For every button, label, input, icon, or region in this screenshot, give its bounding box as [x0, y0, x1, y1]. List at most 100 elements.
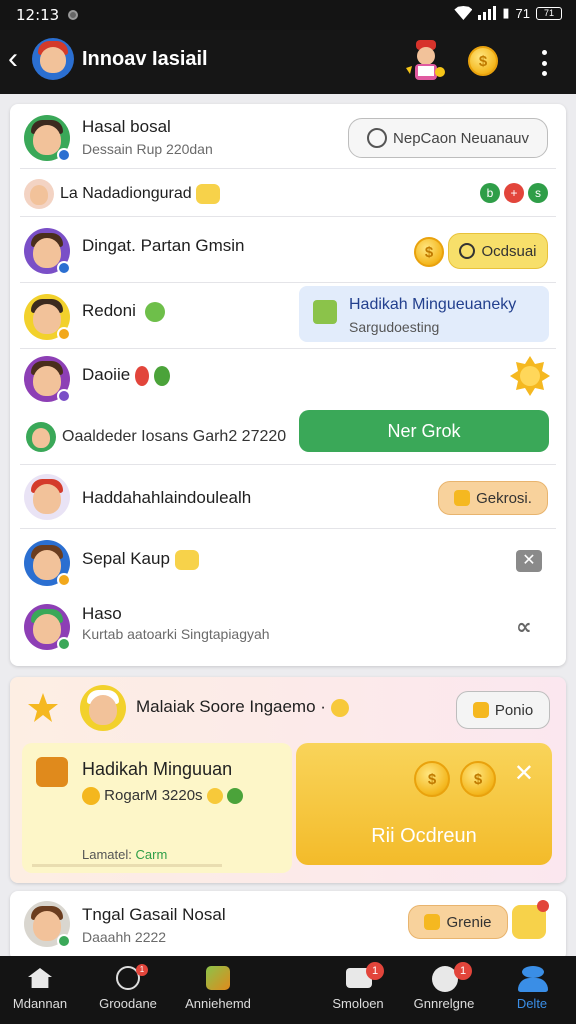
avatar[interactable]	[24, 294, 71, 341]
button-label: Ponio	[494, 701, 534, 719]
contact-action-button[interactable]: Ocdsuai	[448, 233, 548, 269]
contact-name: Haso	[82, 604, 122, 623]
back-arrow-icon[interactable]: ‹	[8, 44, 18, 74]
action-label: Ner Grok	[387, 420, 461, 441]
group-name: La Nadadiongurad	[60, 184, 221, 204]
smile-emoji-icon	[174, 549, 199, 570]
contact-name: Hasal bosal	[82, 117, 171, 136]
contact-subtitle: Dessain Rup 220dan	[82, 141, 213, 157]
nav-item-home[interactable]: Mdannan	[0, 956, 80, 1024]
nav-item-groups[interactable]: 1 Groodane	[88, 956, 168, 1024]
list-item-card: Tngal Gasail Nosal Daaahh 2222 Grenie	[10, 891, 566, 961]
smile-icon	[459, 243, 476, 259]
hand-icon	[424, 914, 441, 930]
sparkle-icon	[206, 788, 223, 805]
popup-title: Hadikah Mingueuaneky	[349, 296, 517, 313]
promo-card: Malaiak Soore Ingaemo · Ponio Hadikah Mi…	[10, 677, 566, 883]
sun-gear-icon[interactable]	[508, 354, 552, 398]
app-bar: ‹ Innoav Iasiail $	[0, 30, 576, 94]
avatar[interactable]	[24, 228, 71, 275]
action-label: NepCaon Neuanauv	[393, 129, 529, 147]
more-options-icon[interactable]	[534, 48, 554, 78]
wifi-icon	[454, 6, 473, 20]
status-right: ▮ 71 71	[454, 5, 562, 21]
badge: 1	[136, 964, 148, 976]
sim-icon: ▮	[502, 5, 510, 20]
nav-label: Mdannan	[12, 996, 68, 1011]
avatar[interactable]	[80, 685, 126, 731]
nav-item-games[interactable]: 1 Gnnrelgne	[404, 956, 484, 1024]
clock-icon	[367, 128, 388, 148]
person-body-icon	[518, 978, 548, 992]
action-label: Grenie	[446, 913, 492, 931]
badge: 1	[454, 962, 472, 980]
contact-action-button[interactable]: NepCaon Neuanauv	[348, 118, 548, 158]
red-badge-icon[interactable]: +	[504, 183, 524, 203]
reward-title: Hadikah Minguuan	[82, 759, 233, 779]
contact-name: Daoiie	[82, 365, 170, 386]
mascot-icon[interactable]	[404, 38, 448, 84]
signal-label: 71	[515, 5, 530, 21]
divider	[20, 282, 556, 283]
contact-subtitle: Daaahh 2222	[82, 929, 167, 945]
nav-item-messages[interactable]: 1 Smoloen	[318, 956, 398, 1024]
contact-subtitle: Kurtab aatoarki Singtapiagyah	[82, 626, 270, 642]
bottom-nav: Mdannan 1 Groodane Anniehemd 1 Smoloen 1…	[0, 956, 576, 1024]
green-sticker-icon	[153, 365, 170, 386]
contact-name: Dingat. Partan Gmsin	[82, 236, 245, 255]
gift-box-icon	[313, 300, 337, 324]
green-badge-icon[interactable]: s	[528, 183, 548, 203]
nav-item-profile[interactable]: Delte	[492, 956, 572, 1024]
contact-name: Redoni	[82, 301, 165, 322]
emoji-icon	[330, 698, 349, 717]
badge: 1	[366, 962, 384, 980]
divider	[20, 464, 556, 465]
hand-icon	[472, 702, 489, 718]
divider	[20, 528, 556, 529]
coin-icon[interactable]: $	[414, 237, 444, 267]
link-icon[interactable]: ∝	[516, 614, 532, 640]
nav-label: Smoloen	[332, 996, 384, 1011]
coin-icon: $	[460, 761, 496, 797]
green-badge-icon[interactable]: b	[480, 183, 500, 203]
avatar[interactable]	[24, 115, 71, 162]
avatar[interactable]	[24, 901, 71, 948]
nav-label: Gnnrelgne	[413, 996, 475, 1011]
reward-popup[interactable]: Hadikah Mingueuaneky Sargudoesting	[299, 286, 549, 342]
coin-icon[interactable]: $	[468, 46, 498, 76]
divider	[20, 348, 556, 349]
nav-item-rewards[interactable]: Anniehemd	[178, 956, 258, 1024]
reward-panel[interactable]: Hadikah Minguuan RogarM 3220s Lamatel: C…	[22, 743, 292, 873]
page-title: Innoav Iasiail	[82, 48, 208, 70]
avatar[interactable]	[24, 540, 71, 587]
status-time: 12:13	[16, 6, 60, 24]
avatar[interactable]	[24, 356, 71, 403]
avatar[interactable]	[24, 474, 70, 520]
contact-name: Haddahahlaindoulealh	[82, 488, 252, 507]
avatar[interactable]	[24, 604, 71, 651]
green-badge-icon	[226, 788, 243, 805]
status-bar: 12:13 ▮ 71 71	[0, 0, 576, 30]
new-group-button[interactable]: Ner Grok	[299, 410, 549, 452]
reward-footer: Lamatel: Carm	[82, 847, 168, 862]
close-icon[interactable]: ✕	[514, 759, 534, 788]
claim-reward-button[interactable]: $ $ ✕ Rii Ocdreun	[296, 743, 552, 865]
emoji-sticker-icon[interactable]	[512, 900, 549, 939]
gift-icon	[206, 966, 230, 990]
battery-icon: 71	[536, 6, 562, 20]
action-label: Gekrosi.	[476, 489, 532, 507]
avatar[interactable]	[26, 422, 56, 452]
person-icon	[522, 966, 544, 978]
contact-action-button[interactable]: Grenie	[408, 905, 508, 939]
contact-action-button[interactable]: Gekrosi.	[438, 481, 548, 515]
gift-box-icon	[36, 757, 68, 787]
promo-title: Malaiak Soore Ingaemo ·	[136, 697, 349, 717]
progress-track	[32, 864, 222, 867]
profile-avatar[interactable]	[32, 38, 74, 80]
promo-button[interactable]: Ponio	[456, 691, 550, 729]
coin-icon: $	[414, 761, 450, 797]
group-badges: b + s	[480, 183, 548, 203]
mail-icon[interactable]: ✕	[516, 550, 542, 572]
reward-sub: RogarM 3220s	[82, 787, 243, 806]
avatar[interactable]	[24, 179, 54, 209]
